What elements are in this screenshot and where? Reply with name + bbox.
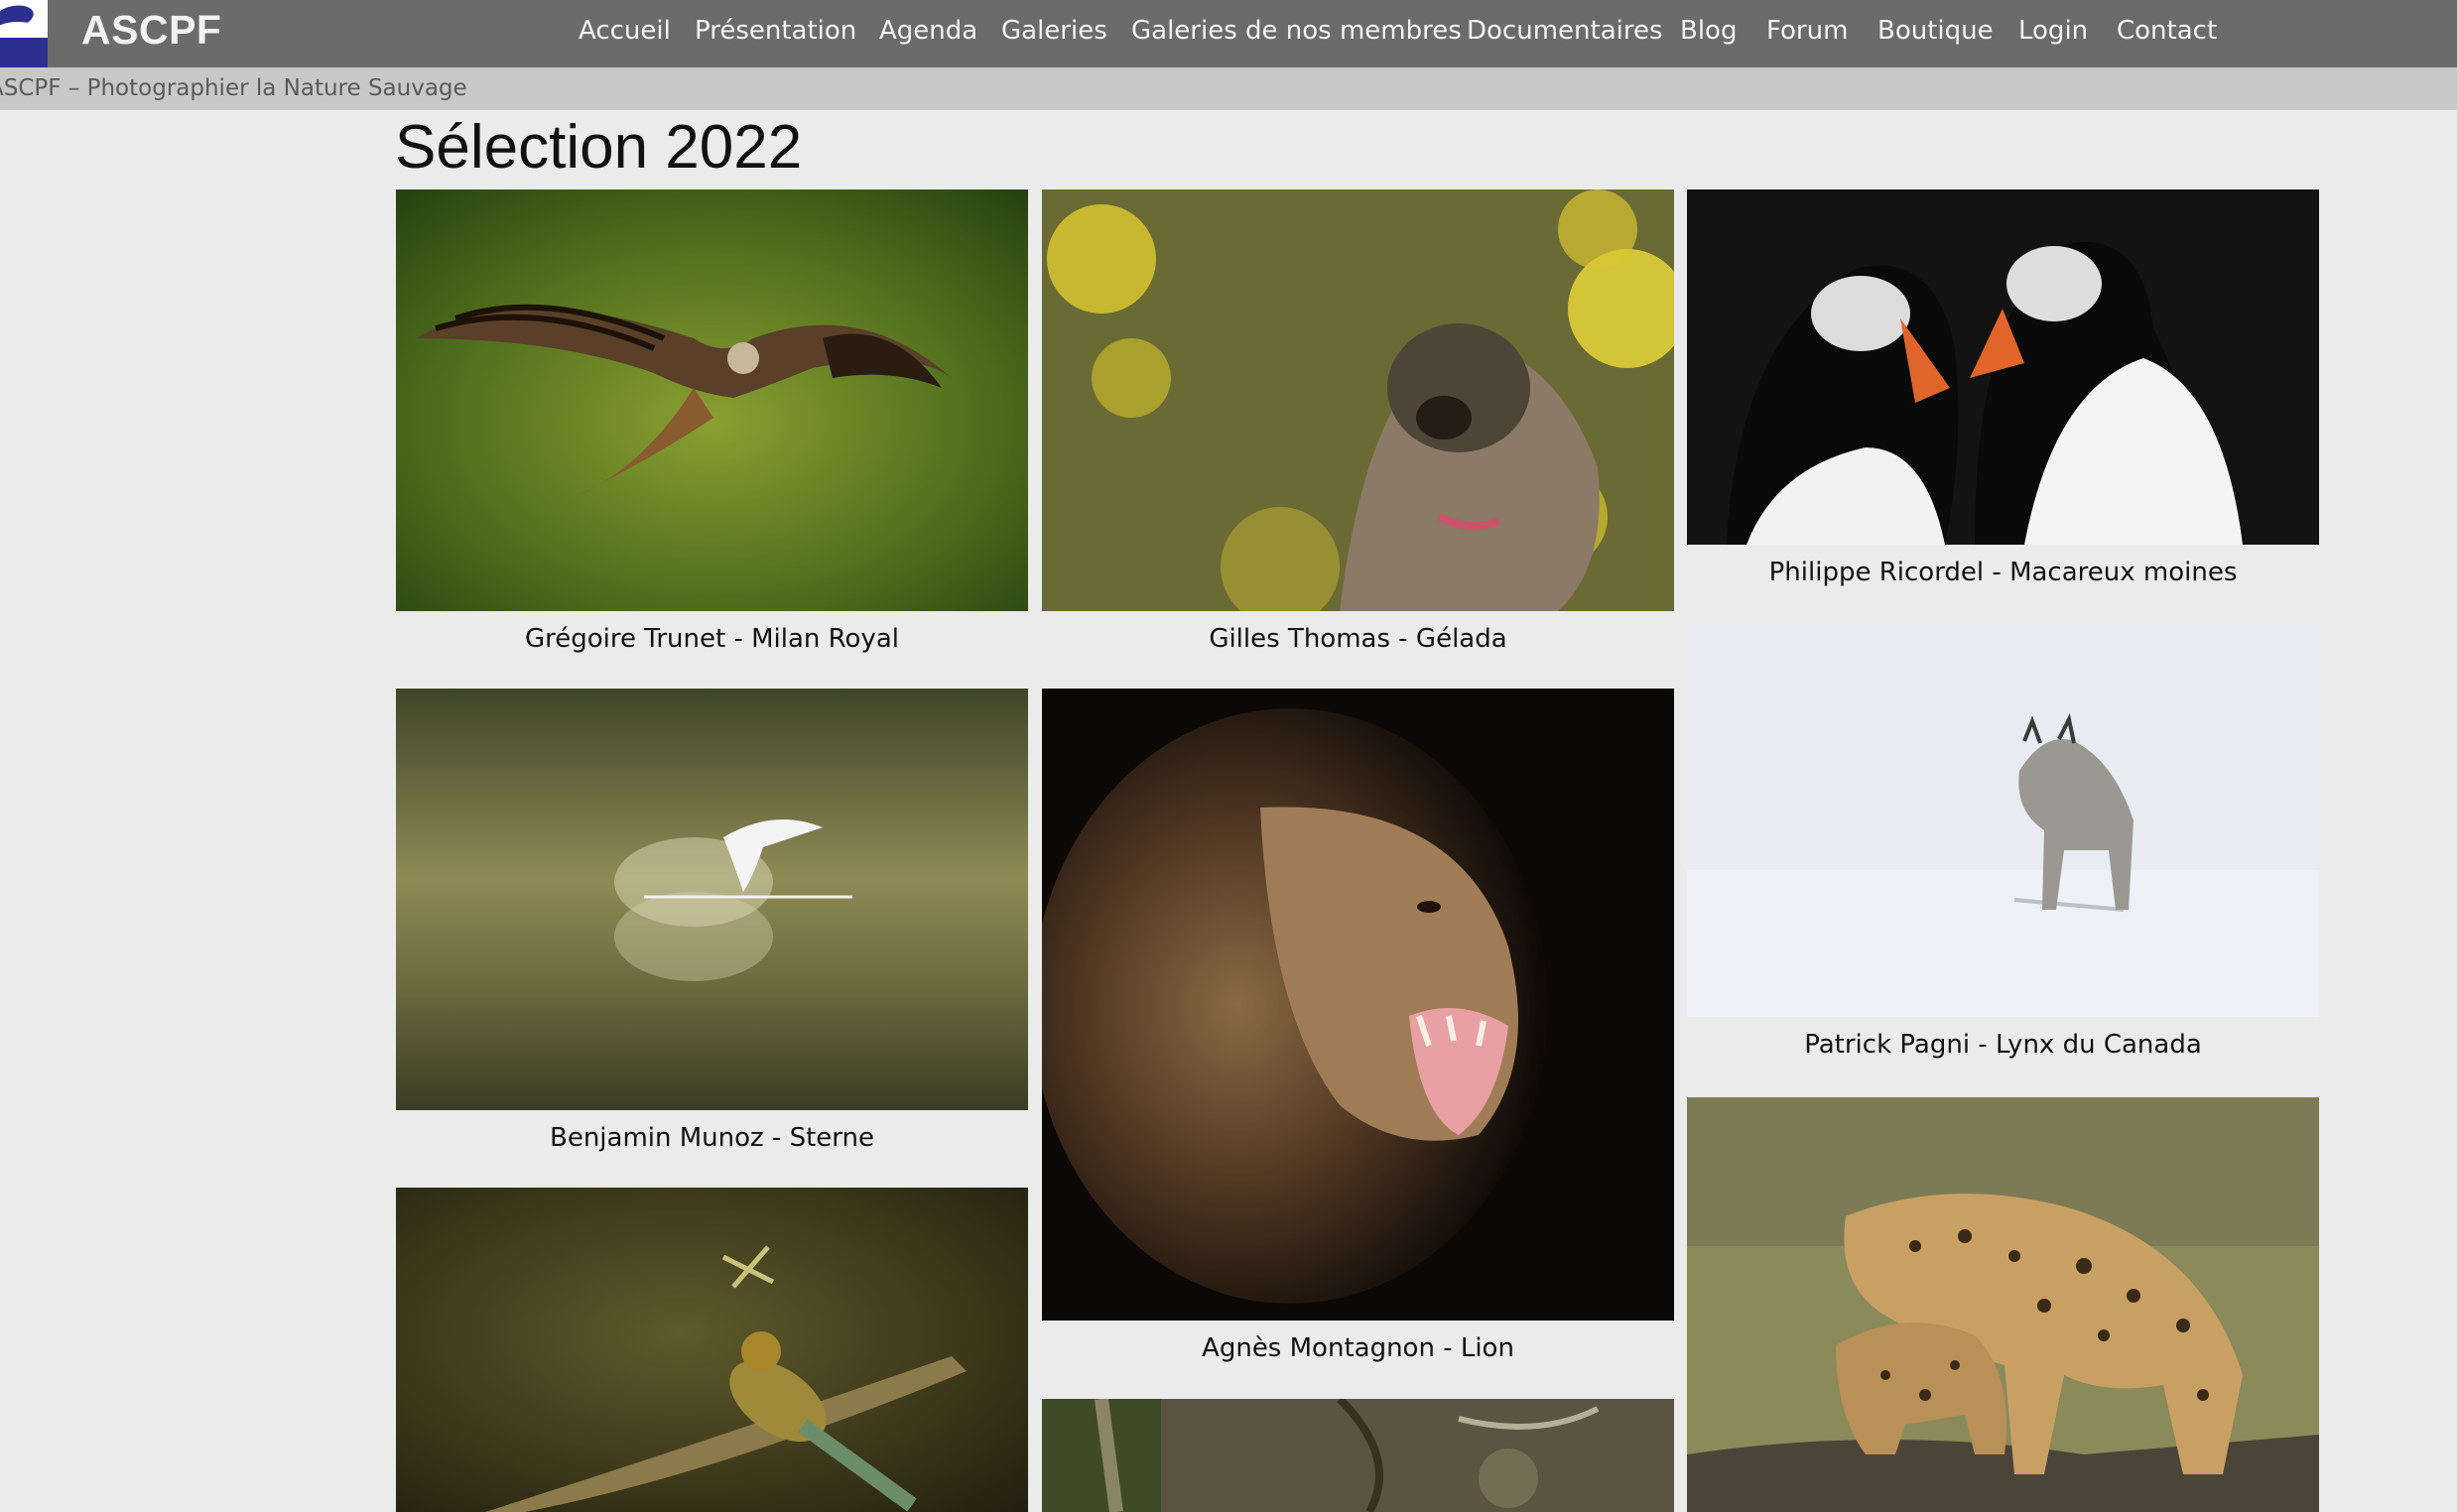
main-nav: Accueil Présentation Agenda Galeries Gal… [0,0,2457,62]
site-tagline: ASCPF – Photographier la Nature Sauvage [0,75,467,101]
photo-foret[interactable] [1042,1399,1674,1512]
nav-item-contact[interactable]: Contact [2117,0,2217,62]
photo-lynx[interactable] [1687,622,2319,1017]
nav-item-presentation[interactable]: Présentation [695,0,856,62]
nav-item-agenda[interactable]: Agenda [879,0,977,62]
photo-leopards[interactable] [1687,1097,2319,1512]
page-title: Sélection 2022 [395,113,803,182]
photo-lion[interactable] [1042,689,1674,1321]
nav-item-forum[interactable]: Forum [1766,0,1848,62]
photo-guepier[interactable] [396,1188,1028,1512]
photo-sterne[interactable] [396,689,1028,1110]
photo-gelada[interactable] [1042,189,1674,611]
nav-item-boutique[interactable]: Boutique [1877,0,1994,62]
photo-macareux[interactable] [1687,189,2319,545]
nav-item-accueil[interactable]: Accueil [579,0,671,62]
caption-milan-royal[interactable]: Grégoire Trunet - Milan Royal [396,621,1028,657]
caption-gelada[interactable]: Gilles Thomas - Gélada [1042,621,1674,657]
nav-item-blog[interactable]: Blog [1680,0,1737,62]
caption-sterne[interactable]: Benjamin Munoz - Sterne [396,1120,1028,1156]
caption-macareux[interactable]: Philippe Ricordel - Macareux moines [1687,555,2319,590]
nav-item-galeries[interactable]: Galeries [1001,0,1107,62]
tagline-bar: ASCPF – Photographier la Nature Sauvage [0,67,2457,110]
nav-item-login[interactable]: Login [2018,0,2088,62]
caption-lion[interactable]: Agnès Montagnon - Lion [1042,1330,1674,1366]
nav-item-galeries-membres[interactable]: Galeries de nos membres [1131,0,1462,62]
nav-item-documentaires[interactable]: Documentaires [1467,0,1663,62]
photo-milan-royal[interactable] [396,189,1028,611]
top-navigation-bar: ASCPF Accueil Présentation Agenda Galeri… [0,0,2457,77]
caption-lynx[interactable]: Patrick Pagni - Lynx du Canada [1687,1027,2319,1063]
